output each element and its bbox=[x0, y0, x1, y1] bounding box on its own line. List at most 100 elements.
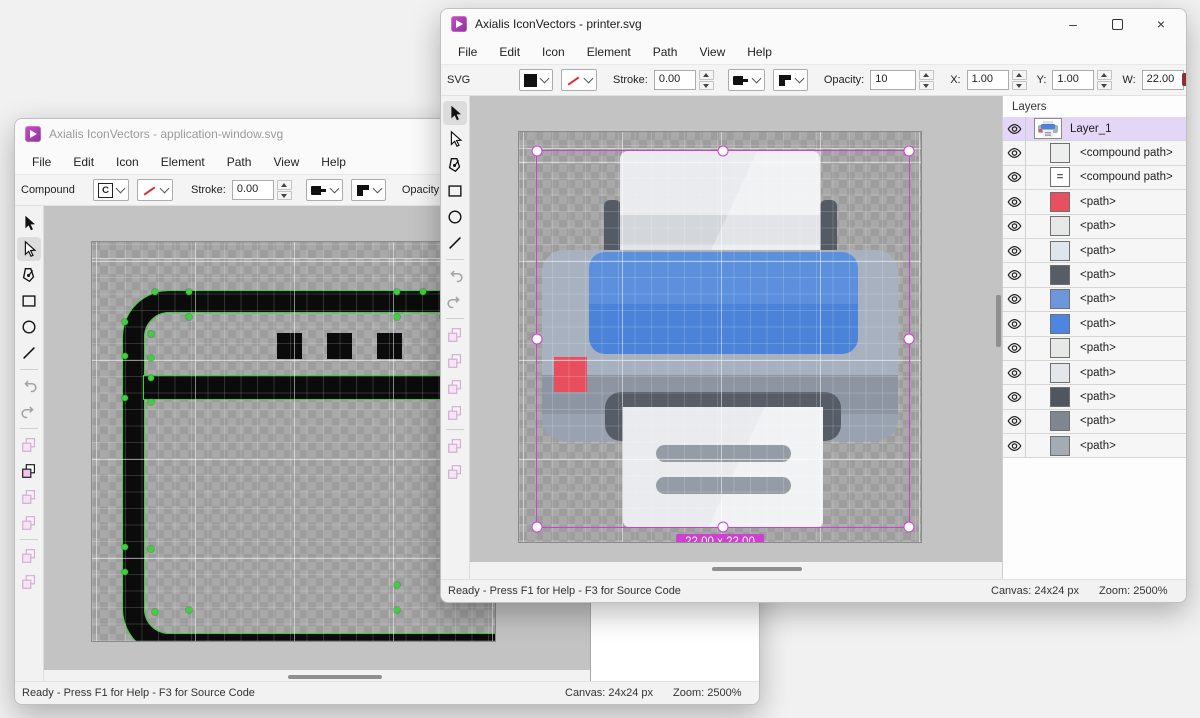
path-node-handle[interactable] bbox=[186, 289, 192, 295]
layer-row[interactable]: <path> bbox=[1003, 239, 1186, 263]
corner-join-dropdown[interactable] bbox=[351, 179, 386, 201]
path-node-handle[interactable] bbox=[394, 314, 400, 320]
rectangle-tool-icon[interactable] bbox=[17, 289, 41, 313]
layer-row[interactable]: <path> bbox=[1003, 361, 1186, 385]
horizontal-scrollbar[interactable] bbox=[470, 562, 1002, 579]
redo-icon[interactable] bbox=[17, 400, 41, 424]
compound-op-5-icon[interactable] bbox=[443, 434, 467, 458]
compound-op-2-icon[interactable] bbox=[443, 349, 467, 373]
path-node-handle[interactable] bbox=[122, 319, 128, 325]
rectangle-tool-icon[interactable] bbox=[443, 179, 467, 203]
stroke-color-dropdown[interactable] bbox=[561, 69, 597, 91]
window-printer-svg[interactable]: Axialis IconVectors - printer.svg – × Fi… bbox=[440, 8, 1187, 603]
app-window-icon-button1[interactable] bbox=[277, 333, 302, 359]
selection-handle[interactable] bbox=[904, 522, 915, 533]
ellipse-tool-icon[interactable] bbox=[17, 315, 41, 339]
menu-item-view[interactable]: View bbox=[688, 42, 736, 62]
horizontal-scrollbar[interactable] bbox=[44, 670, 590, 681]
vertical-scrollbar-thumb[interactable] bbox=[996, 295, 1001, 347]
undo-icon[interactable] bbox=[17, 374, 41, 398]
selection-handle[interactable] bbox=[532, 146, 543, 157]
path-node-handle[interactable] bbox=[186, 314, 192, 320]
corner-join-dropdown[interactable] bbox=[773, 69, 808, 91]
icon-canvas[interactable]: 22.00 x 22.00 bbox=[518, 131, 922, 543]
fill-color-dropdown[interactable] bbox=[519, 69, 553, 91]
canvas-area[interactable]: 22.00 x 22.00 bbox=[470, 96, 1002, 562]
line-cap-dropdown[interactable] bbox=[306, 179, 343, 201]
visibility-eye-icon[interactable] bbox=[1003, 220, 1025, 232]
visibility-eye-icon[interactable] bbox=[1003, 171, 1025, 183]
visibility-eye-icon[interactable] bbox=[1003, 367, 1025, 379]
spin-down-icon[interactable] bbox=[919, 81, 934, 91]
pen-tool-icon[interactable] bbox=[443, 153, 467, 177]
visibility-eye-icon[interactable] bbox=[1003, 245, 1025, 257]
compound-op-2-icon[interactable] bbox=[17, 459, 41, 483]
icon-canvas[interactable] bbox=[91, 241, 496, 642]
y-spinner[interactable]: 1.00 bbox=[1052, 70, 1112, 90]
menu-item-icon[interactable]: Icon bbox=[531, 42, 576, 62]
menu-item-path[interactable]: Path bbox=[216, 152, 263, 172]
layer-row[interactable]: <path> bbox=[1003, 434, 1186, 458]
path-node-handle[interactable] bbox=[148, 355, 154, 361]
visibility-eye-icon[interactable] bbox=[1003, 391, 1025, 403]
visibility-eye-icon[interactable] bbox=[1003, 147, 1025, 159]
menu-item-view[interactable]: View bbox=[262, 152, 310, 172]
menu-item-help[interactable]: Help bbox=[310, 152, 357, 172]
w-spinner[interactable]: 22.00 bbox=[1142, 70, 1187, 90]
close-button[interactable]: × bbox=[1146, 13, 1176, 35]
path-node-handle[interactable] bbox=[122, 395, 128, 401]
path-node-handle[interactable] bbox=[186, 607, 192, 613]
path-node-handle[interactable] bbox=[122, 353, 128, 359]
undo-icon[interactable] bbox=[443, 264, 467, 288]
compound-op-5-icon[interactable] bbox=[17, 544, 41, 568]
path-node-handle[interactable] bbox=[148, 399, 154, 405]
path-node-handle[interactable] bbox=[420, 289, 426, 295]
layer-row[interactable]: <path> bbox=[1003, 288, 1186, 312]
minimize-button[interactable]: – bbox=[1058, 13, 1088, 35]
compound-op-3-icon[interactable] bbox=[17, 485, 41, 509]
selection-tool-icon[interactable] bbox=[17, 211, 41, 235]
selection-handle[interactable] bbox=[904, 334, 915, 345]
path-node-handle[interactable] bbox=[148, 546, 154, 552]
path-node-handle[interactable] bbox=[122, 569, 128, 575]
spin-down-icon[interactable] bbox=[277, 191, 292, 201]
selection-handle[interactable] bbox=[904, 146, 915, 157]
layer-row[interactable]: <path> bbox=[1003, 410, 1186, 434]
path-node-handle[interactable] bbox=[394, 289, 400, 295]
layer-row[interactable]: <path> bbox=[1003, 312, 1186, 336]
layer-row[interactable]: <compound path> bbox=[1003, 141, 1186, 165]
menu-item-icon[interactable]: Icon bbox=[105, 152, 150, 172]
compound-op-6-icon[interactable] bbox=[443, 460, 467, 484]
path-node-handle[interactable] bbox=[148, 375, 154, 381]
spin-down-icon[interactable] bbox=[699, 81, 714, 91]
visibility-eye-icon[interactable] bbox=[1003, 415, 1025, 427]
compound-type-dropdown[interactable]: C bbox=[93, 179, 129, 201]
visibility-eye-icon[interactable] bbox=[1003, 318, 1025, 330]
compound-op-6-icon[interactable] bbox=[17, 570, 41, 594]
selection-rectangle[interactable] bbox=[536, 150, 910, 528]
x-spinner[interactable]: 1.00 bbox=[967, 70, 1027, 90]
line-tool-icon[interactable] bbox=[17, 341, 41, 365]
app-window-icon-button2[interactable] bbox=[327, 333, 352, 359]
ellipse-tool-icon[interactable] bbox=[443, 205, 467, 229]
direct-selection-tool-icon[interactable] bbox=[17, 237, 41, 261]
pen-tool-icon[interactable] bbox=[17, 263, 41, 287]
path-node-handle[interactable] bbox=[394, 582, 400, 588]
selection-tool-icon[interactable] bbox=[443, 101, 467, 125]
layer-row[interactable]: <path> bbox=[1003, 190, 1186, 214]
spin-up-icon[interactable] bbox=[919, 70, 934, 80]
opacity-spinner[interactable]: 10 bbox=[870, 70, 934, 90]
visibility-eye-icon[interactable] bbox=[1003, 123, 1025, 135]
stroke-color-dropdown[interactable] bbox=[137, 179, 173, 201]
menu-item-file[interactable]: File bbox=[21, 152, 62, 172]
layer-row[interactable]: Layer_1 bbox=[1003, 117, 1186, 141]
menu-item-element[interactable]: Element bbox=[576, 42, 642, 62]
scrollbar-thumb[interactable] bbox=[288, 675, 382, 679]
layer-row[interactable]: <path> bbox=[1003, 263, 1186, 287]
spin-up-icon[interactable] bbox=[277, 180, 292, 190]
layer-row[interactable]: <path> bbox=[1003, 385, 1186, 409]
menu-item-file[interactable]: File bbox=[447, 42, 488, 62]
path-node-handle[interactable] bbox=[152, 289, 158, 295]
path-node-handle[interactable] bbox=[122, 544, 128, 550]
selection-handle[interactable] bbox=[532, 334, 543, 345]
